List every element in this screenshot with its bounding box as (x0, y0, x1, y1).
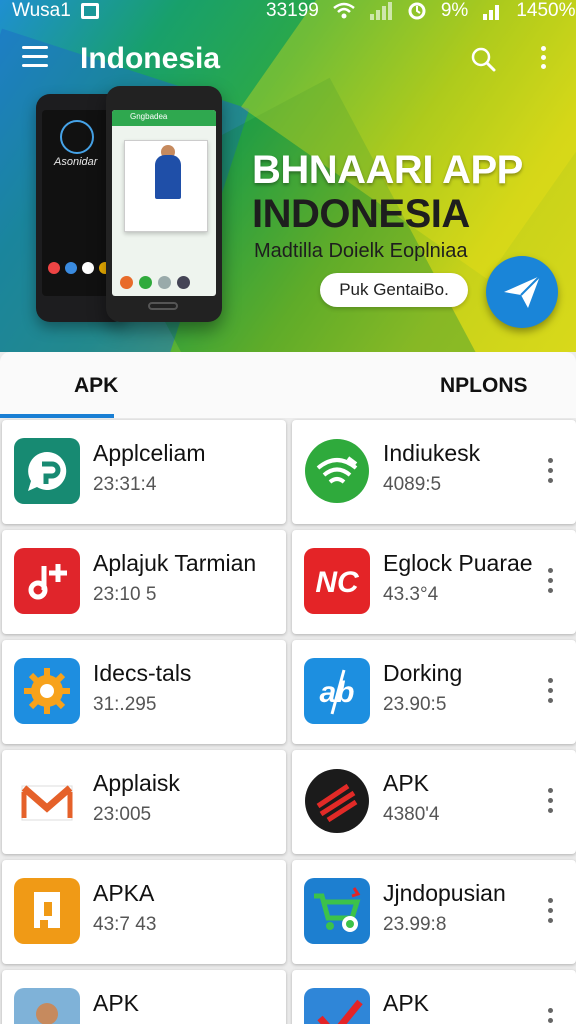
battery-percent: 9% (440, 0, 469, 21)
status-extra: 1450% (516, 0, 576, 21)
tab-bar: APK NPLONS (0, 352, 576, 418)
shopping-cart-icon (304, 878, 370, 944)
app-card[interactable]: Idecs-tals 31:.295 (2, 640, 286, 744)
tab-nplons[interactable]: NPLONS (440, 374, 528, 398)
app-meta: 4380'4 (383, 804, 440, 825)
check-mark-icon (304, 988, 370, 1024)
app-meta: 23.99:8 (383, 914, 447, 935)
hero-banner: Wusa1 33199 9% 1450% Indonesia Asonidar (0, 0, 576, 352)
wifi-icon (333, 2, 355, 19)
app-more-icon[interactable] (548, 678, 554, 708)
notification-icon (80, 3, 99, 19)
person-photo-icon (14, 988, 80, 1024)
app-meta: 23:10 5 (93, 584, 157, 605)
app-meta: 23.90:5 (383, 694, 447, 715)
app-card[interactable]: Applaisk 23:005 (2, 750, 286, 854)
app-card[interactable]: APK 4380'4 (292, 750, 576, 854)
app-meta: 23:31:4 (93, 474, 157, 495)
app-name: Indiukesk (383, 440, 481, 466)
app-card[interactable]: APKA 43:7 43 (2, 860, 286, 964)
send-fab[interactable] (486, 256, 558, 328)
app-meta: 43:7 43 (93, 914, 157, 935)
app-card[interactable]: APK (2, 970, 286, 1024)
status-bar: Wusa1 33199 9% 1450% (0, 0, 576, 24)
app-more-icon[interactable] (548, 458, 554, 488)
phone-illustration-front: Gngbadea (106, 86, 222, 322)
app-card[interactable]: Aplajuk Tarmian 23:10 5 (2, 530, 286, 634)
app-more-icon[interactable] (548, 788, 554, 818)
search-icon[interactable] (470, 46, 496, 72)
app-bar: Indonesia (0, 36, 576, 84)
app-meta: 4089:5 (383, 474, 442, 495)
alarm-icon (408, 2, 426, 20)
app-more-icon[interactable] (548, 568, 554, 598)
svg-text:NC: NC (315, 566, 360, 599)
app-meta: 43.3°4 (383, 584, 439, 605)
app-meta: 23:005 (93, 804, 152, 825)
app-card[interactable]: APK (292, 970, 576, 1024)
banner-title-line2: INDONESIA (252, 192, 470, 236)
app-name: APKA (93, 880, 155, 906)
app-card[interactable]: Jjndopusian 23.99:8 (292, 860, 576, 964)
ab-letters-icon: ab (304, 658, 370, 724)
carrier-label: Wusa1 (12, 0, 71, 21)
tab-indicator (0, 414, 114, 418)
app-name: Applceliam (93, 440, 206, 466)
tab-apk[interactable]: APK (74, 374, 118, 398)
app-name: Applaisk (93, 770, 180, 796)
banner-title-line1: BHNAARI APP (252, 148, 523, 192)
app-name: Jjndopusian (383, 880, 506, 906)
puzzle-document-icon (14, 878, 80, 944)
app-more-icon[interactable] (548, 1008, 554, 1024)
nc-letters-icon: NC (304, 548, 370, 614)
banner-title: BHNAARI APP INDONESIA (252, 148, 523, 236)
gear-icon (14, 658, 80, 724)
app-name: Eglock Puarae (383, 550, 533, 576)
striped-globe-icon (304, 768, 370, 834)
mail-envelope-icon (14, 768, 80, 834)
brand-logo-icon (60, 120, 94, 154)
app-name: Aplajuk Tarmian (93, 550, 257, 576)
overflow-menu-icon[interactable] (538, 46, 548, 72)
send-icon (504, 275, 541, 308)
signal-icon (369, 2, 392, 20)
menu-icon[interactable] (22, 46, 48, 68)
status-time: 33199 (266, 0, 319, 21)
app-card[interactable]: Applceliam 23:31:4 (2, 420, 286, 524)
signal-bars-icon (483, 5, 500, 20)
chat-bubble-icon (14, 438, 80, 504)
app-meta: 31:.295 (93, 694, 157, 715)
music-plus-icon (14, 548, 80, 614)
phone-screen-header: Gngbadea (130, 112, 168, 121)
app-card[interactable]: ab Dorking 23.90:5 (292, 640, 576, 744)
app-more-icon[interactable] (548, 898, 554, 928)
app-card[interactable]: Indiukesk 4089:5 (292, 420, 576, 524)
app-name: APK (383, 770, 430, 796)
phone-brand-text: Asonidar (54, 156, 98, 168)
wifi-signal-icon (304, 438, 370, 504)
banner-button[interactable]: Puk GentaiBo. (320, 273, 468, 307)
app-name: Dorking (383, 660, 463, 686)
app-name: Idecs-tals (93, 660, 192, 686)
banner-subtitle: Madtilla Doielk Eoplniaa (254, 240, 468, 262)
app-name: APK (383, 990, 430, 1016)
app-name: APK (93, 990, 140, 1016)
app-title: Indonesia (80, 42, 221, 75)
app-card[interactable]: NC Eglock Puarae 43.3°4 (292, 530, 576, 634)
